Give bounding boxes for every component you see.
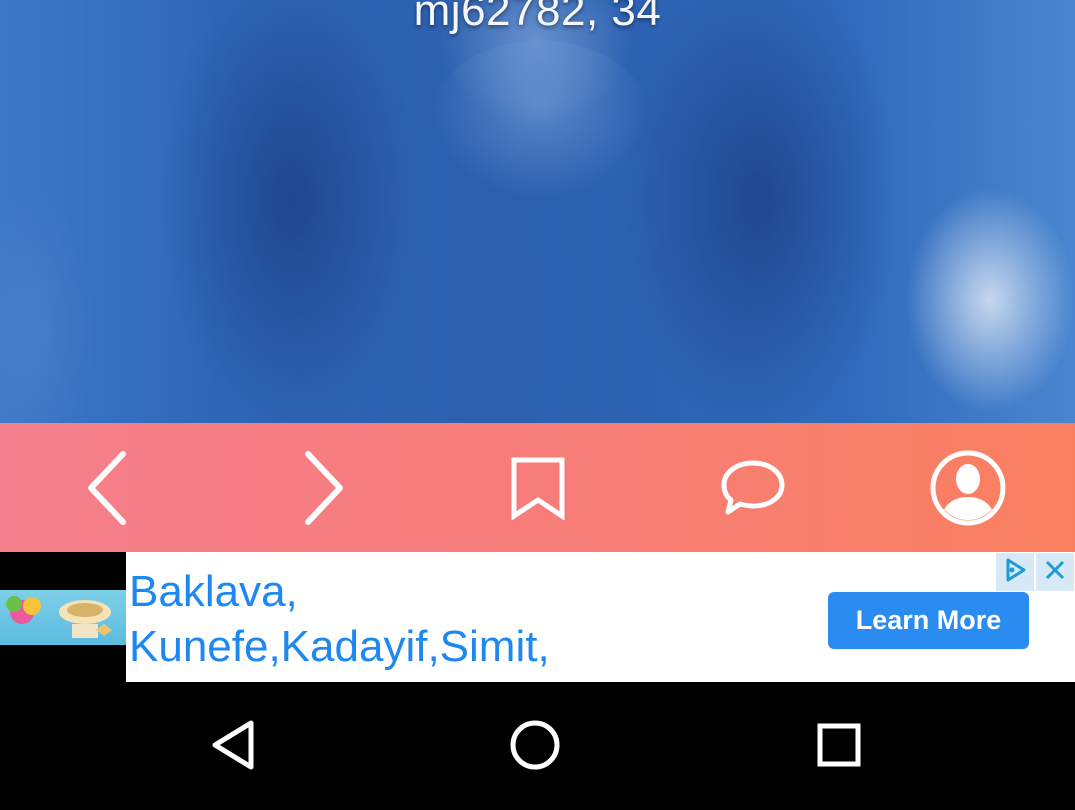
ad-title-line: Kunefe,Kadayif,Simit, xyxy=(129,622,550,671)
profile-name-age: mj62782, 34 xyxy=(413,0,662,35)
next-button[interactable] xyxy=(215,423,430,552)
bookmark-button[interactable] xyxy=(430,423,645,552)
previous-button[interactable] xyxy=(0,423,215,552)
action-toolbar xyxy=(0,423,1075,552)
system-navigation-bar xyxy=(0,682,1075,810)
recents-button[interactable] xyxy=(806,714,872,780)
chevron-right-icon xyxy=(298,448,348,528)
bookmark-icon xyxy=(510,456,566,520)
photo-shadow xyxy=(160,0,420,423)
ad-choices-button[interactable] xyxy=(996,553,1034,591)
back-triangle-icon xyxy=(205,717,261,778)
ad-thumbnail[interactable] xyxy=(0,590,126,645)
ad-title-line: Baklava, xyxy=(129,567,298,616)
message-button[interactable] xyxy=(645,423,860,552)
ad-choices-icon xyxy=(1002,557,1028,588)
close-icon xyxy=(1043,558,1067,587)
photo-shadow xyxy=(620,0,900,423)
home-circle-icon xyxy=(507,717,563,778)
back-button[interactable] xyxy=(200,714,266,780)
recents-square-icon xyxy=(811,717,867,778)
user-avatar-icon xyxy=(929,449,1007,527)
profile-button[interactable] xyxy=(860,423,1075,552)
photo-highlight xyxy=(430,40,650,200)
ad-close-button[interactable] xyxy=(1036,553,1074,591)
chevron-left-icon xyxy=(83,448,133,528)
learn-more-button[interactable]: Learn More xyxy=(828,592,1029,649)
home-button[interactable] xyxy=(502,714,568,780)
profile-photo[interactable]: mj62782, 34 xyxy=(0,0,1075,423)
ad-banner[interactable]: Baklava, Kunefe,Kadayif,Simit, Learn Mor… xyxy=(0,552,1075,682)
chat-bubble-icon xyxy=(719,458,787,518)
ad-title[interactable]: Baklava, Kunefe,Kadayif,Simit, xyxy=(129,564,729,674)
